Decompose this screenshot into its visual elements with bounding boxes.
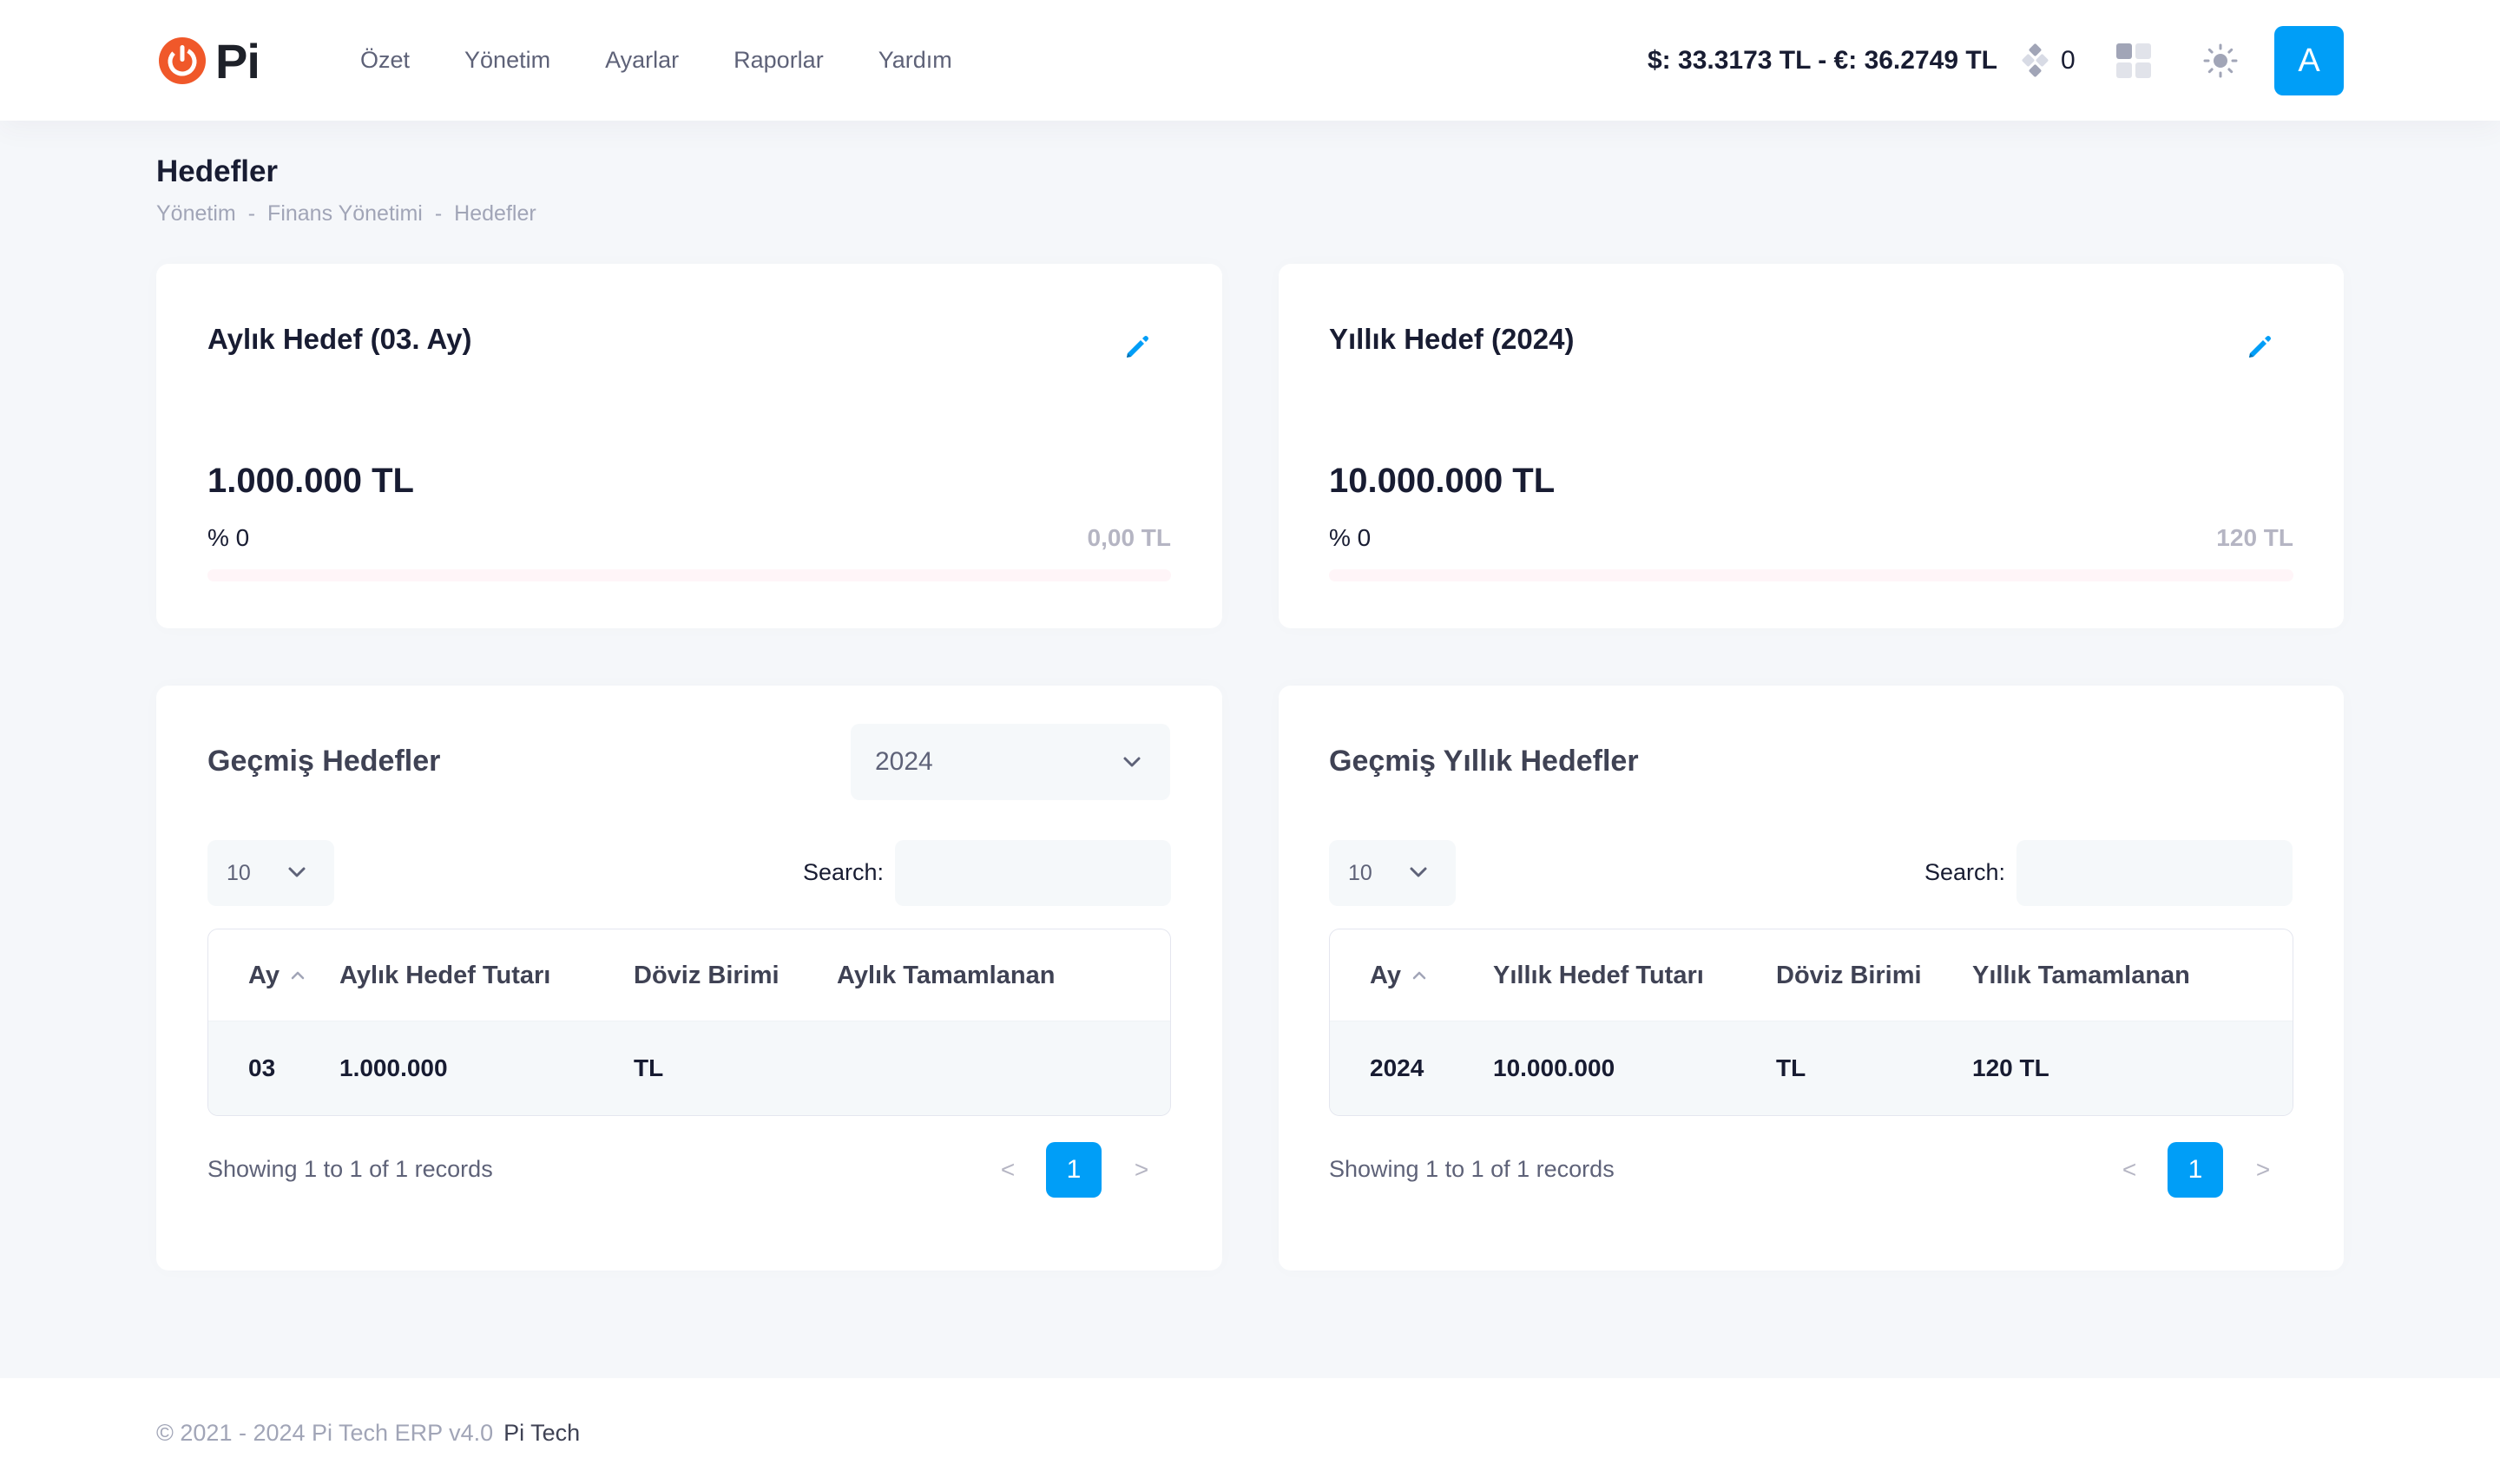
past-targets-table: Ay Aylık Hedef Tutarı Döviz Birimi Aylık… [207,929,1171,1116]
monthly-target-title: Aylık Hedef (03. Ay) [207,323,472,355]
column-header-completed[interactable]: Aylık Tamamlanan [837,929,1055,1021]
top-header: Pi Özet Yönetim Ayarlar Raporlar Yardım … [0,0,2500,121]
table-header: Ay Aylık Hedef Tutarı Döviz Birimi Aylık… [208,929,1170,1021]
cell-currency: TL [634,1054,664,1081]
breadcrumb: Yönetim - Finans Yönetimi - Hedefler [156,201,536,227]
cell-target-amount: 10.000.000 [1493,1054,1615,1081]
table-info: Showing 1 to 1 of 1 records [207,1156,493,1182]
breadcrumb-item-yonetim[interactable]: Yönetim [156,201,236,227]
chevron-down-icon [1410,867,1427,877]
footer-copyright: © 2021 - 2024 Pi Tech ERP v4.0 [156,1420,494,1446]
nav-item-raporlar[interactable]: Raporlar [734,47,824,74]
past-yearly-targets-title: Geçmiş Yıllık Hedefler [1329,745,1639,778]
nav-item-yardim[interactable]: Yardım [878,47,952,74]
past-yearly-targets-table: Ay Yıllık Hedef Tutarı Döviz Birimi Yıll… [1329,929,2293,1116]
column-header-currency[interactable]: Döviz Birimi [634,929,780,1021]
yearly-edit-button[interactable] [2240,328,2279,366]
nav-item-ayarlar[interactable]: Ayarlar [605,47,679,74]
breadcrumb-separator: - [247,201,256,226]
breadcrumb-item-current: Hedefler [454,201,536,226]
grid-icon[interactable] [2115,42,2153,80]
monthly-edit-button[interactable] [1118,328,1156,366]
pagination-prev[interactable]: < [990,1142,1025,1198]
cell-month: 03 [248,1054,276,1081]
column-header-label: Ay [1370,961,1401,989]
footer-text: © 2021 - 2024 Pi Tech ERP v4.0 Pi Tech [156,1420,580,1447]
yearly-completed-amount: 120 TL [2216,524,2293,551]
yearly-target-card: Yıllık Hedef (2024) 10.000.000 TL % 0 12… [1279,264,2344,628]
table-row: 03 1.000.000 TL [208,1021,1170,1115]
yearly-progress-percent: % 0 [1329,524,1372,551]
notifications-button[interactable]: 0 [2021,36,2076,85]
pagination-next[interactable]: > [1124,1142,1159,1198]
year-select[interactable]: 2024 [851,724,1170,800]
column-header-ay[interactable]: Ay [1370,929,1429,1021]
chevron-down-icon [1123,757,1141,767]
year-select-value: 2024 [875,747,933,776]
breadcrumb-separator: - [434,201,443,226]
search-input[interactable] [895,840,1171,906]
column-header-ay[interactable]: Ay [248,929,307,1021]
column-header-currency[interactable]: Döviz Birimi [1776,929,1922,1021]
chevron-up-icon [291,971,305,980]
table-row: 2024 10.000.000 TL 120 TL [1330,1021,2293,1115]
monthly-completed-amount: 0,00 TL [1087,524,1171,551]
page-length-select[interactable]: 10 [1329,840,1456,906]
breadcrumb-item-finans[interactable]: Finans Yönetimi [267,201,423,227]
pencil-icon [2249,336,2271,358]
past-yearly-targets-card: Geçmiş Yıllık Hedefler 10 Search: Ay Yıl… [1279,686,2344,1271]
page-length-value: 10 [227,860,251,885]
currency-rates: $: 33.3173 TL - €: 36.2749 TL [1648,45,1997,75]
search-label: Search: [803,859,885,885]
main-nav: Özet Yönetim Ayarlar Raporlar Yardım [360,0,1007,121]
footer-company-link[interactable]: Pi Tech [503,1420,580,1447]
monthly-progress-bar [207,569,1171,581]
cell-target-amount: 1.000.000 [339,1054,448,1081]
pagination-next[interactable]: > [2246,1142,2280,1198]
user-avatar[interactable]: A [2274,26,2344,95]
search-input[interactable] [2016,840,2293,906]
page-title: Hedefler [156,154,279,188]
column-header-completed[interactable]: Yıllık Tamamlanan [1972,929,2190,1021]
yearly-target-amount: 10.000.000 TL [1329,462,1556,500]
chevron-down-icon [288,867,306,877]
cell-currency: TL [1776,1054,1806,1081]
nav-item-yonetim[interactable]: Yönetim [464,47,550,74]
power-logo-icon [159,37,206,84]
cell-year: 2024 [1370,1054,1424,1081]
monthly-target-amount: 1.000.000 TL [207,462,414,500]
table-info: Showing 1 to 1 of 1 records [1329,1156,1615,1182]
past-targets-title: Geçmiş Hedefler [207,745,441,778]
page-footer: © 2021 - 2024 Pi Tech ERP v4.0 Pi Tech [0,1378,2500,1484]
nav-item-ozet[interactable]: Özet [360,47,410,74]
chevron-up-icon [1412,971,1426,980]
monthly-target-card: Aylık Hedef (03. Ay) 1.000.000 TL % 0 0,… [156,264,1222,628]
monthly-progress-percent: % 0 [207,524,250,551]
notifications-count: 0 [2061,46,2076,75]
yearly-progress-bar [1329,569,2293,581]
page-length-value: 10 [1348,860,1372,885]
search-label: Search: [1924,859,2006,885]
column-header-target-amount[interactable]: Yıllık Hedef Tutarı [1493,929,1704,1021]
cell-completed: 120 TL [1972,1054,2049,1081]
pagination-page-1[interactable]: 1 [1046,1142,1102,1198]
diamond-cluster-icon [2022,43,2049,77]
sun-icon[interactable] [2200,40,2241,82]
pagination-prev[interactable]: < [2112,1142,2147,1198]
page-length-select[interactable]: 10 [207,840,334,906]
table-header: Ay Yıllık Hedef Tutarı Döviz Birimi Yıll… [1330,929,2293,1021]
logo[interactable]: Pi [156,33,260,89]
past-targets-card: Geçmiş Hedefler 2024 10 Search: Ay Aylık… [156,686,1222,1271]
pagination-page-1[interactable]: 1 [2168,1142,2223,1198]
logo-text: Pi [215,33,260,89]
column-header-target-amount[interactable]: Aylık Hedef Tutarı [339,929,550,1021]
column-header-label: Ay [248,961,280,989]
yearly-target-title: Yıllık Hedef (2024) [1329,323,1575,355]
pencil-icon [1127,336,1148,358]
